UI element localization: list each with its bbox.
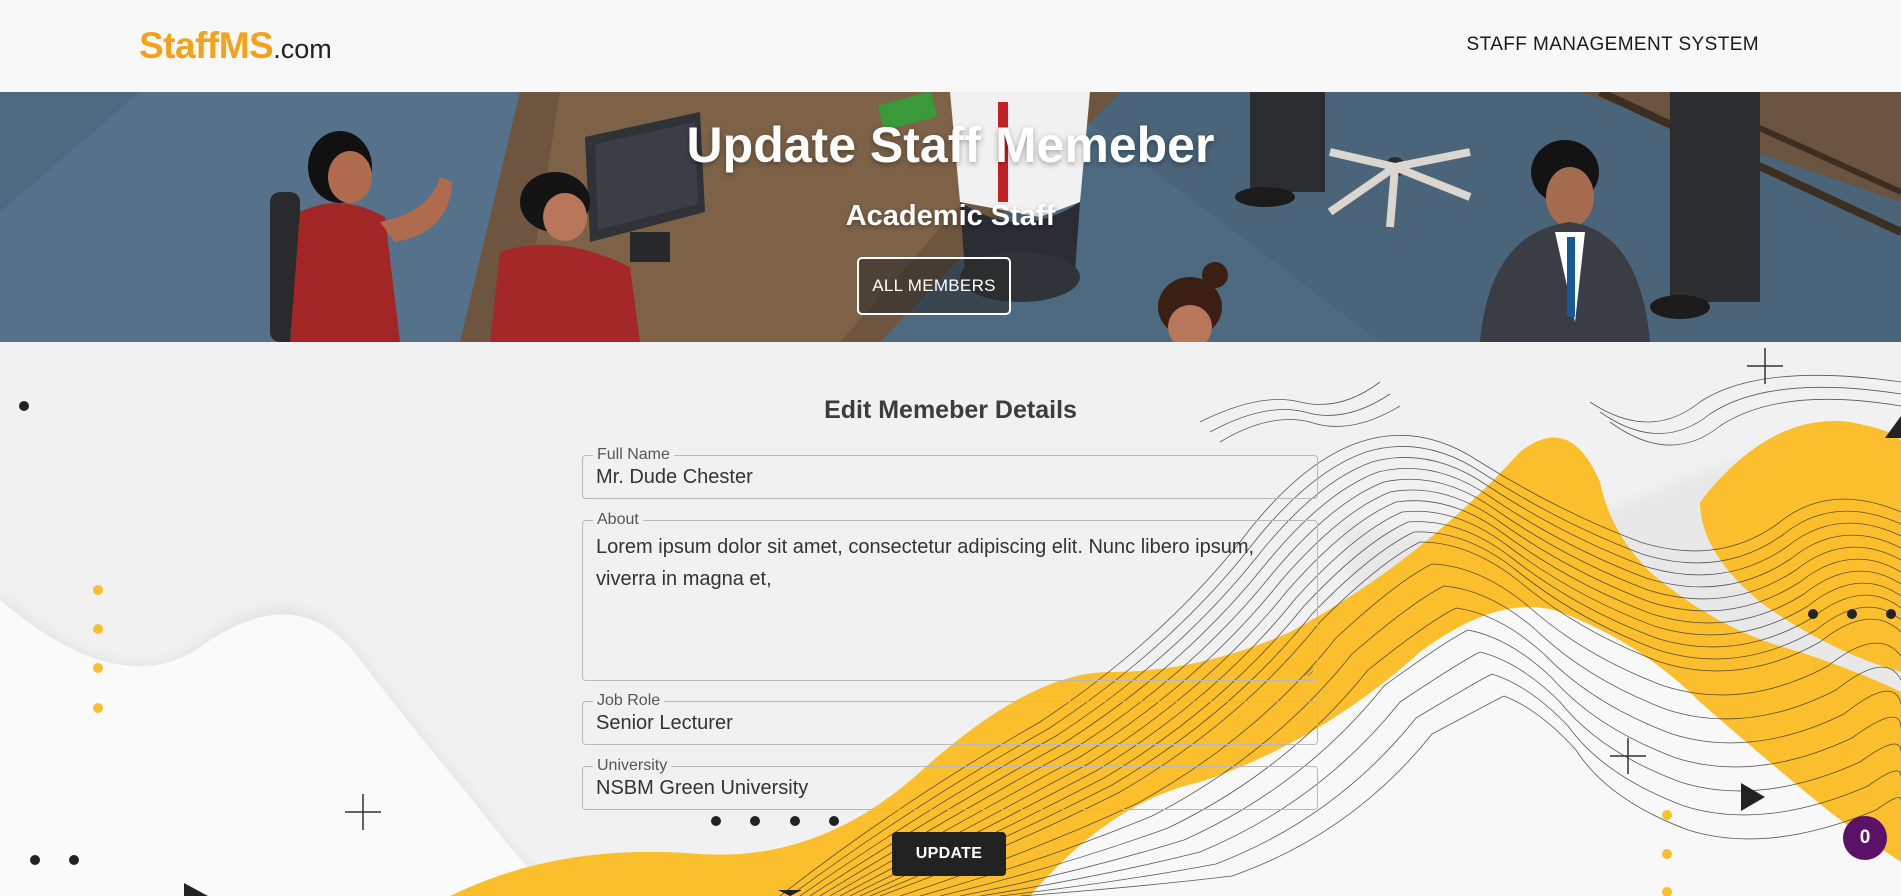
- page-title: Update Staff Memeber: [686, 117, 1215, 173]
- university-input[interactable]: NSBM Green University: [596, 777, 808, 800]
- notification-badge[interactable]: 0: [1843, 816, 1887, 860]
- full-name-label: Full Name: [593, 446, 674, 464]
- site-header: StaffMS.com STAFF MANAGEMENT SYSTEM: [0, 0, 1901, 92]
- resize-handle-icon[interactable]: [1302, 665, 1314, 677]
- full-name-input[interactable]: Mr. Dude Chester: [596, 466, 753, 489]
- about-label: About: [593, 511, 643, 529]
- job-role-field[interactable]: Job Role Senior Lecturer: [582, 692, 1318, 745]
- site-logo[interactable]: StaffMS.com: [139, 26, 332, 69]
- job-role-label: Job Role: [593, 692, 665, 710]
- university-label: University: [593, 757, 672, 775]
- university-field[interactable]: University NSBM Green University: [582, 757, 1318, 810]
- site-title[interactable]: STAFF MANAGEMENT SYSTEM: [1467, 34, 1759, 56]
- page-subtitle: Academic Staff: [845, 200, 1056, 232]
- hero-banner: Update Staff Memeber Academic Staff ALL …: [0, 92, 1901, 342]
- full-name-field[interactable]: Full Name Mr. Dude Chester: [582, 446, 1318, 499]
- all-members-button[interactable]: ALL MEMBERS: [857, 257, 1011, 315]
- logo-brand: StaffMS: [139, 25, 274, 66]
- update-button[interactable]: UPDATE: [892, 832, 1006, 876]
- about-field[interactable]: About Lorem ipsum dolor sit amet, consec…: [582, 511, 1318, 681]
- job-role-input[interactable]: Senior Lecturer: [596, 712, 733, 735]
- about-textarea[interactable]: Lorem ipsum dolor sit amet, consectetur …: [596, 531, 1296, 595]
- logo-domain: .com: [273, 34, 332, 64]
- form-title: Edit Memeber Details: [824, 396, 1077, 424]
